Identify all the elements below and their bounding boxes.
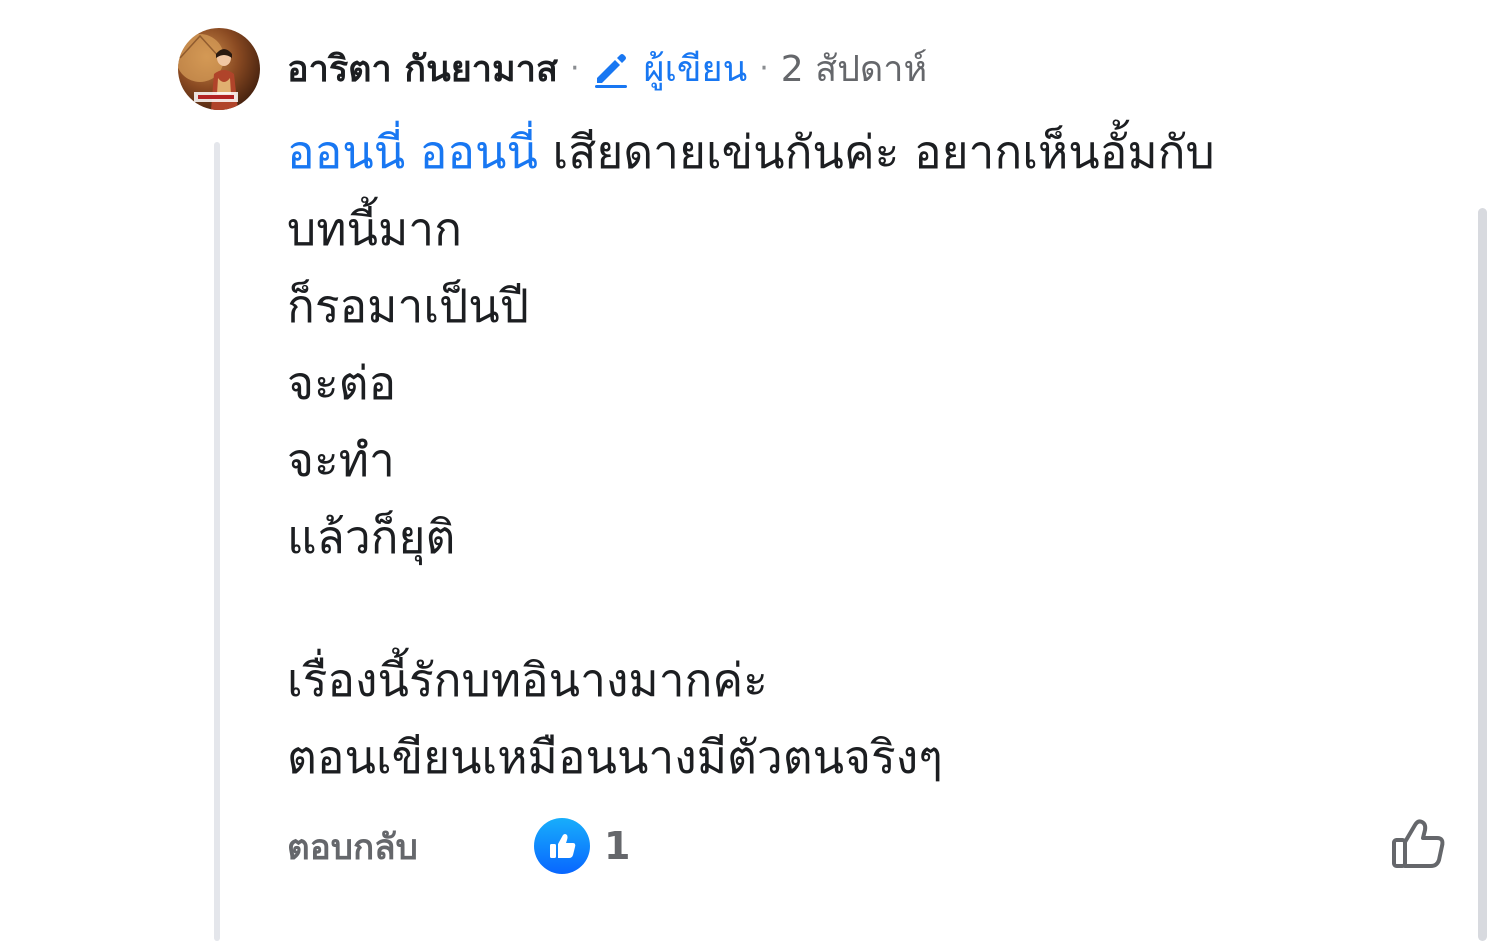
- separator-dot: ·: [759, 50, 769, 86]
- avatar-photo: [178, 28, 260, 110]
- pencil-icon: [591, 48, 631, 88]
- comment-text: เสียดายเข่นกันค่ะ อยากเห็นอั้มกับ: [537, 125, 1215, 179]
- reaction-count: 1: [604, 824, 631, 868]
- author-name[interactable]: อาริตา กันยามาส: [287, 40, 558, 97]
- comment-line: จะต่อ: [287, 356, 397, 410]
- comment-time[interactable]: 2 สัปดาห์: [781, 40, 928, 97]
- reaction-summary[interactable]: 1: [534, 816, 630, 876]
- comment-line: แล้วก็ยุติ: [287, 510, 456, 564]
- comment-line: เรื่องนี้รักบทอินางมากค่ะ: [287, 653, 768, 707]
- mention-link[interactable]: ออนนี่ ออนนี่: [287, 125, 538, 179]
- author-badge: ผู้เขียน: [643, 48, 748, 90]
- scrollbar[interactable]: [1478, 208, 1487, 941]
- reply-button[interactable]: ตอบกลับ: [287, 820, 418, 876]
- comment-header: อาริตา กันยามาส · ผู้เขียน · 2 สัปดาห์: [287, 38, 927, 98]
- comment-line: ก็รอมาเป็นปี: [287, 279, 529, 333]
- comment-line: จะทำ: [287, 433, 395, 487]
- thread-line: [214, 142, 220, 941]
- like-reaction-icon: [534, 818, 590, 874]
- separator-dot: ·: [569, 50, 580, 86]
- comment-body: ออนนี่ ออนนี่ เสียดายเข่นกันค่ะ อยากเห็น…: [287, 114, 1467, 796]
- comment-line: ตอนเขียนเหมือนนางมีตัวตนจริงๆ: [287, 730, 943, 784]
- comment-line: ออนนี่ ออนนี่ เสียดายเข่นกันค่ะ อยากเห็น…: [287, 114, 1467, 191]
- comment-line: บทนี้มาก: [287, 202, 462, 256]
- like-button[interactable]: [1388, 814, 1448, 874]
- avatar[interactable]: [178, 28, 260, 110]
- thumbs-up-outline-icon: [1392, 819, 1445, 868]
